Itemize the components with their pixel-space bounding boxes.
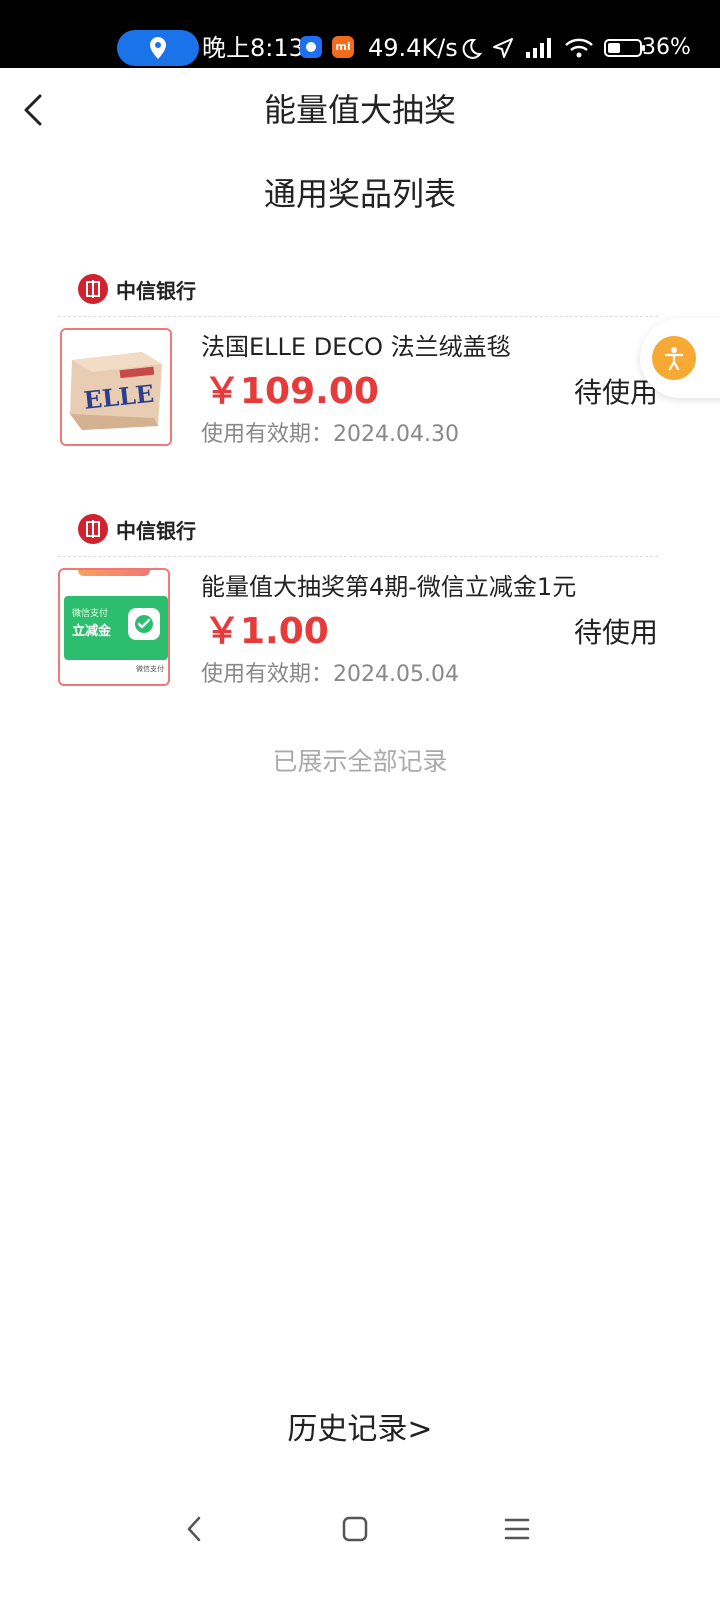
- citic-logo-icon: [78, 274, 108, 304]
- status-time: 晚上8:13: [202, 34, 304, 62]
- prize-name: 能量值大抽奖第4期-微信立减金1元: [201, 573, 577, 601]
- prize-thumbnail: ELLE: [60, 328, 172, 446]
- prize-thumbnail: 微信支付 立减金 微信支付: [58, 568, 170, 686]
- prize-card[interactable]: 中信银行 微信支付 立减金 微信支付 能量值大抽奖第4期-微信立减金1元 ￥1.…: [58, 512, 658, 702]
- battery-icon: [604, 39, 645, 57]
- divider: [58, 316, 658, 317]
- wechat-pay-icon: [128, 608, 160, 640]
- blanket-image: ELLE: [62, 330, 170, 444]
- citic-logo-icon: [78, 514, 108, 544]
- brand-name: 中信银行: [116, 518, 196, 543]
- nav-home-button[interactable]: [340, 1514, 370, 1544]
- location-pill: [117, 30, 199, 66]
- brand-row: 中信银行: [78, 272, 196, 306]
- nav-back-icon: [187, 1516, 201, 1542]
- wifi-icon: [565, 38, 593, 58]
- network-speed: 49.4K/s: [368, 34, 458, 62]
- navigation-icon: [493, 38, 513, 58]
- nav-back-button[interactable]: [180, 1514, 210, 1544]
- page-header: 能量值大抽奖: [0, 68, 720, 150]
- signal-icon: [526, 38, 551, 58]
- nav-home-icon: [342, 1516, 368, 1542]
- brand-row: 中信银行: [78, 512, 196, 546]
- location-icon: [150, 37, 166, 59]
- prize-card[interactable]: 中信银行 ELLE 法国ELLE DECO 法兰绒盖毯 ￥109.00 待使用 …: [58, 272, 658, 462]
- app-notification-icon: [300, 36, 322, 58]
- wechat-coupon-image: 微信支付 立减金 微信支付: [64, 596, 168, 673]
- history-records-link[interactable]: 历史记录>: [0, 1408, 720, 1452]
- prize-name: 法国ELLE DECO 法兰绒盖毯: [201, 333, 511, 361]
- divider: [58, 556, 658, 557]
- moon-icon: [462, 38, 482, 59]
- accessibility-icon: [664, 347, 684, 371]
- prize-price: ￥109.00: [204, 371, 379, 412]
- prize-status[interactable]: 待使用: [574, 614, 658, 652]
- battery-percent: 36%: [642, 35, 691, 60]
- all-records-shown-note: 已展示全部记录: [272, 747, 448, 776]
- nav-menu-button[interactable]: [502, 1514, 532, 1544]
- brand-name: 中信银行: [116, 278, 196, 303]
- status-bar: 晚上8:13 mi 49.4K/s 36%: [0, 0, 720, 68]
- prize-price: ￥1.00: [204, 611, 329, 652]
- accessibility-float-button[interactable]: [640, 318, 720, 398]
- mi-notification-icon: mi: [332, 36, 354, 58]
- prize-valid-date: 使用有效期：2024.05.04: [201, 662, 459, 687]
- prize-valid-date: 使用有效期：2024.04.30: [201, 422, 459, 447]
- status-icons: [460, 34, 646, 62]
- nav-menu-icon: [504, 1518, 530, 1540]
- section-title: 通用奖品列表: [263, 175, 456, 213]
- system-nav-bar: [0, 1488, 720, 1600]
- page-title: 能量值大抽奖: [263, 91, 456, 129]
